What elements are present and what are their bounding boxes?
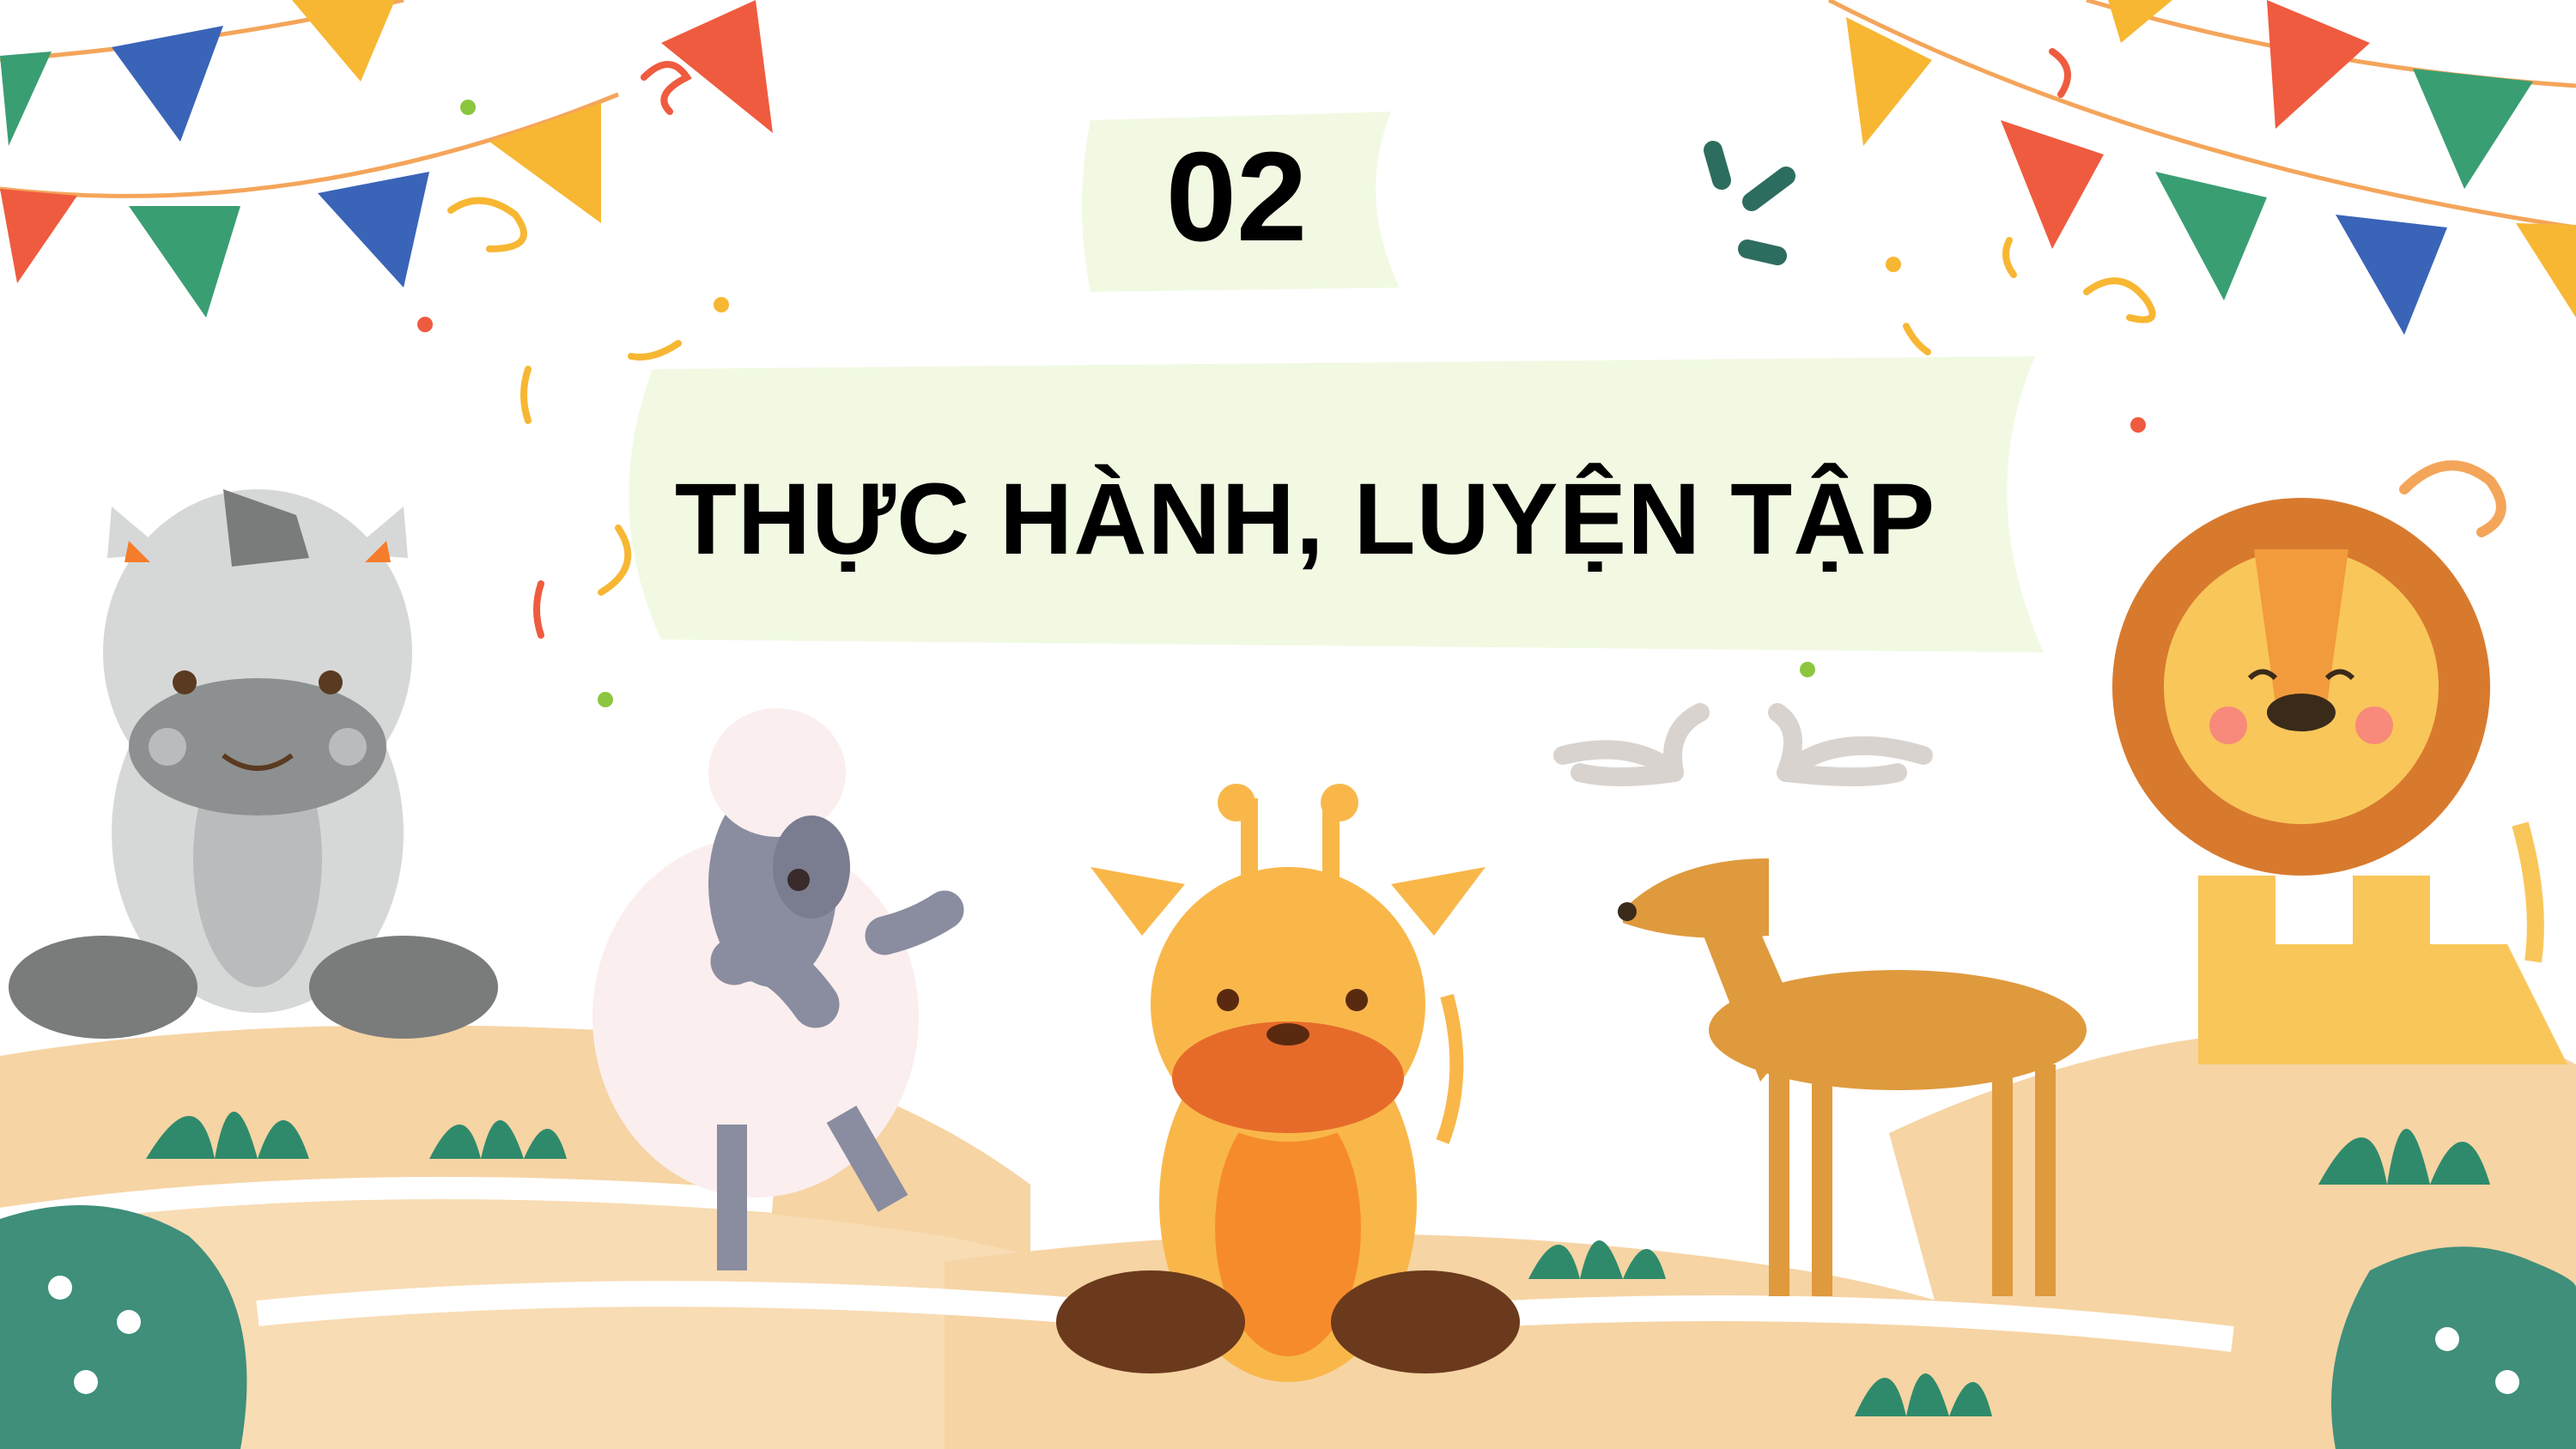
lion-illustration [2112,498,2567,1064]
section-number: 02 [1165,126,1308,268]
bunting-flags-right [1827,0,2576,335]
zebra-illustration [9,489,498,1039]
monstera-leaf-right [2331,1246,2576,1449]
slide-title: THỰC HÀNH, LUYỆN TẬP [674,463,1936,576]
giraffe-illustration [1056,784,1520,1382]
deer-illustration [1553,703,2087,1296]
bunting-flags-left [0,0,773,318]
